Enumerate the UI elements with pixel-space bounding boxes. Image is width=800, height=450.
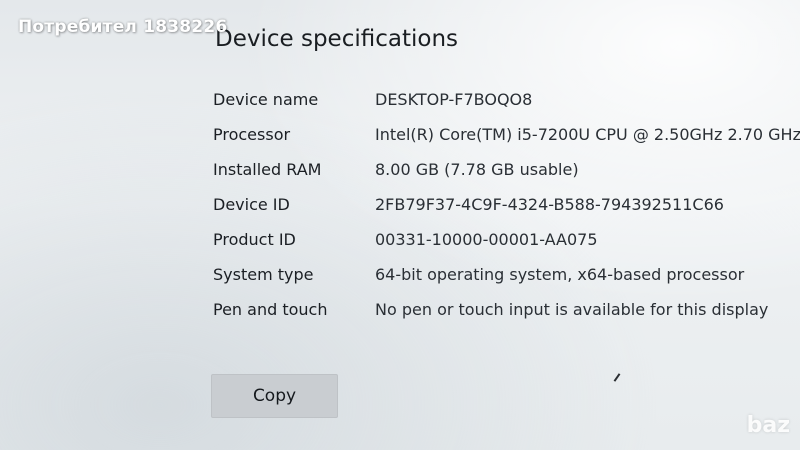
spec-value: 64-bit operating system, x64-based proce… xyxy=(375,265,745,284)
spec-row-system-type: System type 64-bit operating system, x64… xyxy=(213,264,800,286)
device-specifications-list: Device name DESKTOP-F7BOQO8 Processor In… xyxy=(213,86,800,321)
spec-row-processor: Processor Intel(R) Core(TM) i5-7200U CPU… xyxy=(213,124,800,146)
spec-label: Product ID xyxy=(213,230,296,249)
spec-value: 00331-10000-00001-AA075 xyxy=(375,230,598,249)
spec-row-device-name: Device name DESKTOP-F7BOQO8 xyxy=(213,89,800,111)
spec-value: DESKTOP-F7BOQO8 xyxy=(375,90,533,109)
spec-label: Device name xyxy=(213,90,319,109)
spec-value: 2FB79F37-4C9F-4324-B588-794392511C66 xyxy=(375,195,724,214)
mouse-cursor xyxy=(613,373,621,382)
spec-label: Device ID xyxy=(213,195,290,214)
spec-label: Processor xyxy=(213,125,291,144)
spec-label: Pen and touch xyxy=(213,300,328,319)
spec-label: System type xyxy=(213,265,314,284)
section-title: Device specifications xyxy=(215,26,459,52)
site-logo: baz xyxy=(746,413,790,438)
watermark-username: Потребител 1838226 xyxy=(18,17,228,37)
copy-button[interactable]: Copy xyxy=(211,374,338,418)
spec-row-device-id: Device ID 2FB79F37-4C9F-4324-B588-794392… xyxy=(213,194,800,216)
spec-row-pen-and-touch: Pen and touch No pen or touch input is a… xyxy=(213,299,800,321)
spec-row-product-id: Product ID 00331-10000-00001-AA075 xyxy=(213,229,800,251)
spec-value: Intel(R) Core(TM) i5-7200U CPU @ 2.50GHz… xyxy=(375,125,800,144)
spec-label: Installed RAM xyxy=(213,160,322,179)
spec-row-installed-ram: Installed RAM 8.00 GB (7.78 GB usable) xyxy=(213,159,800,181)
spec-value: 8.00 GB (7.78 GB usable) xyxy=(375,160,579,179)
spec-value: No pen or touch input is available for t… xyxy=(375,300,769,319)
